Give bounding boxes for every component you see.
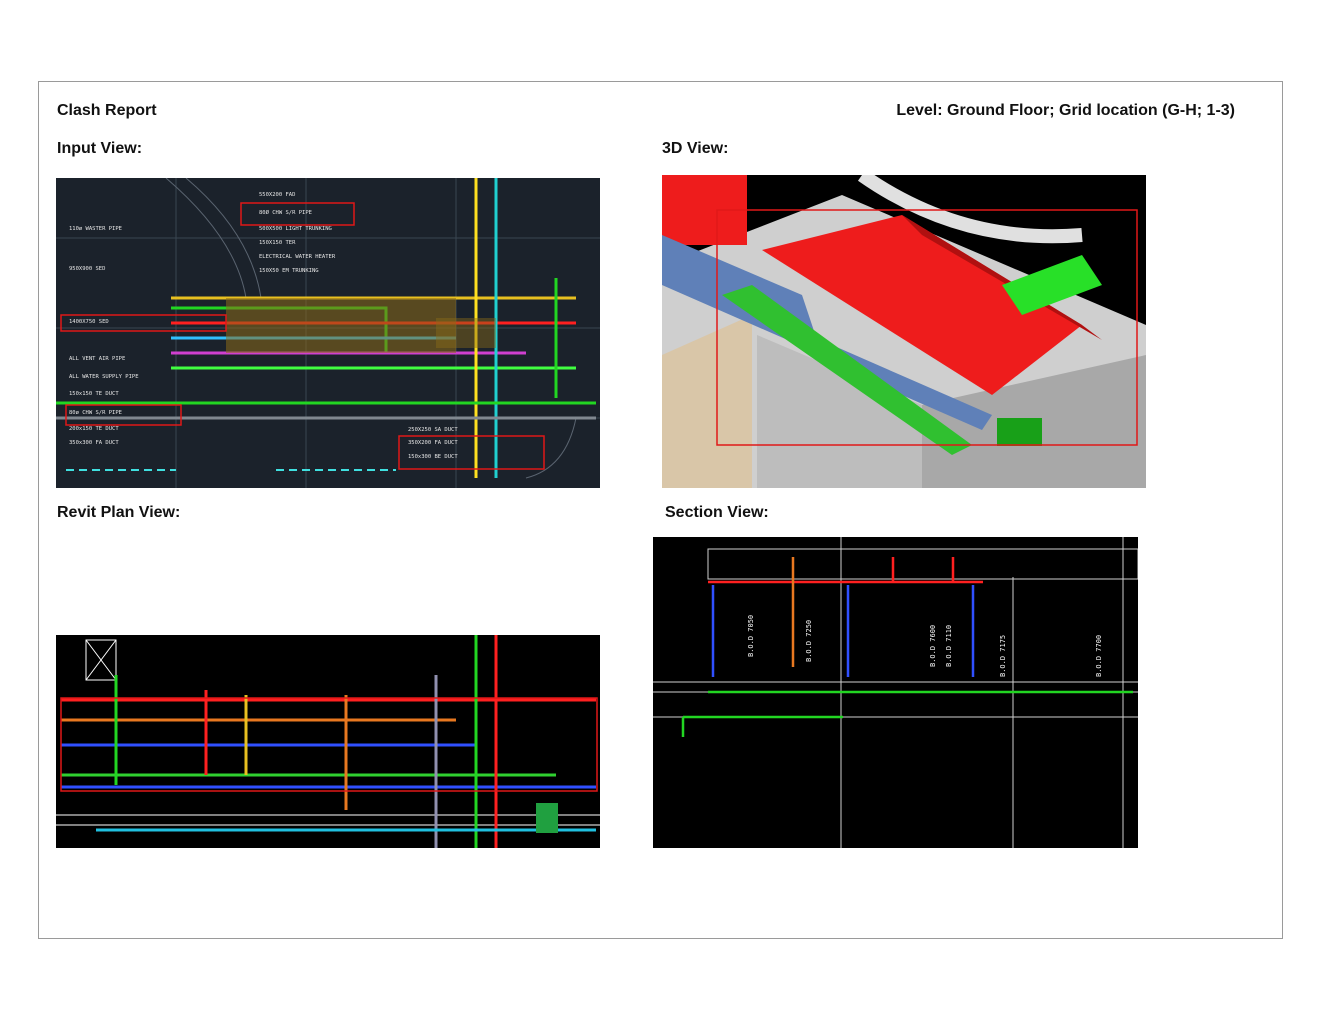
section-level-label: B.O.D 7700	[1095, 635, 1103, 677]
cad-annotation: ALL WATER SUPPLY PIPE	[69, 374, 139, 380]
cad-annotation: ALL VENT AIR PIPE	[69, 356, 125, 362]
revit-plan-view-label: Revit Plan View:	[57, 504, 181, 521]
cad-annotation: 350X200 FA DUCT	[408, 440, 458, 446]
report-title: Clash Report	[57, 102, 157, 119]
report-location: Level: Ground Floor; Grid location (G-H;…	[896, 102, 1235, 119]
cad-annotation: 150x300 BE DUCT	[408, 454, 458, 460]
cad-annotation: 950X900 SED	[69, 266, 105, 272]
cad-annotation: 350x300 FA DUCT	[69, 440, 119, 446]
section-level-label: B.O.D 7600	[929, 625, 937, 667]
section-view-image: B.O.D 7050 B.O.D 7250 B.O.D 7600 B.O.D 7…	[653, 537, 1138, 848]
cad-annotation: 550X200 FAD	[259, 192, 295, 198]
cad-annotation: 250X250 SA DUCT	[408, 427, 458, 433]
cad-annotation: 150X50 EM TRUNKING	[259, 268, 319, 274]
section-level-label: B.O.D 7250	[805, 620, 813, 662]
cad-annotation: 80ø CHW S/R PIPE	[69, 410, 122, 416]
cad-annotation: 150x150 TE DUCT	[69, 391, 119, 397]
cad-annotation: 110ø WASTER PIPE	[69, 226, 122, 232]
section-view-label: Section View:	[665, 504, 769, 521]
cad-annotation: ELECTRICAL WATER HEATER	[259, 254, 336, 260]
cad-annotation: 150X150 TER	[259, 240, 296, 246]
3d-view-image	[662, 175, 1146, 488]
input-view-label: Input View:	[57, 140, 143, 157]
input-view-image: 550X200 FAD 80Ø CHW S/R PIPE 500X500 LIG…	[56, 178, 600, 488]
section-level-label: B.O.D 7050	[747, 615, 755, 657]
cad-annotation: 500X500 LIGHT TRUNKING	[259, 226, 332, 232]
3d-view-label: 3D View:	[662, 140, 729, 157]
cad-annotation: 80Ø CHW S/R PIPE	[259, 209, 312, 216]
revit-plan-view-image	[56, 635, 600, 848]
cad-annotation: 200x150 TE DUCT	[69, 426, 119, 432]
section-level-label: B.O.D 7110	[945, 625, 953, 667]
cad-annotation: 1400X750 SED	[69, 319, 109, 325]
section-level-label: B.O.D 7175	[999, 635, 1007, 677]
